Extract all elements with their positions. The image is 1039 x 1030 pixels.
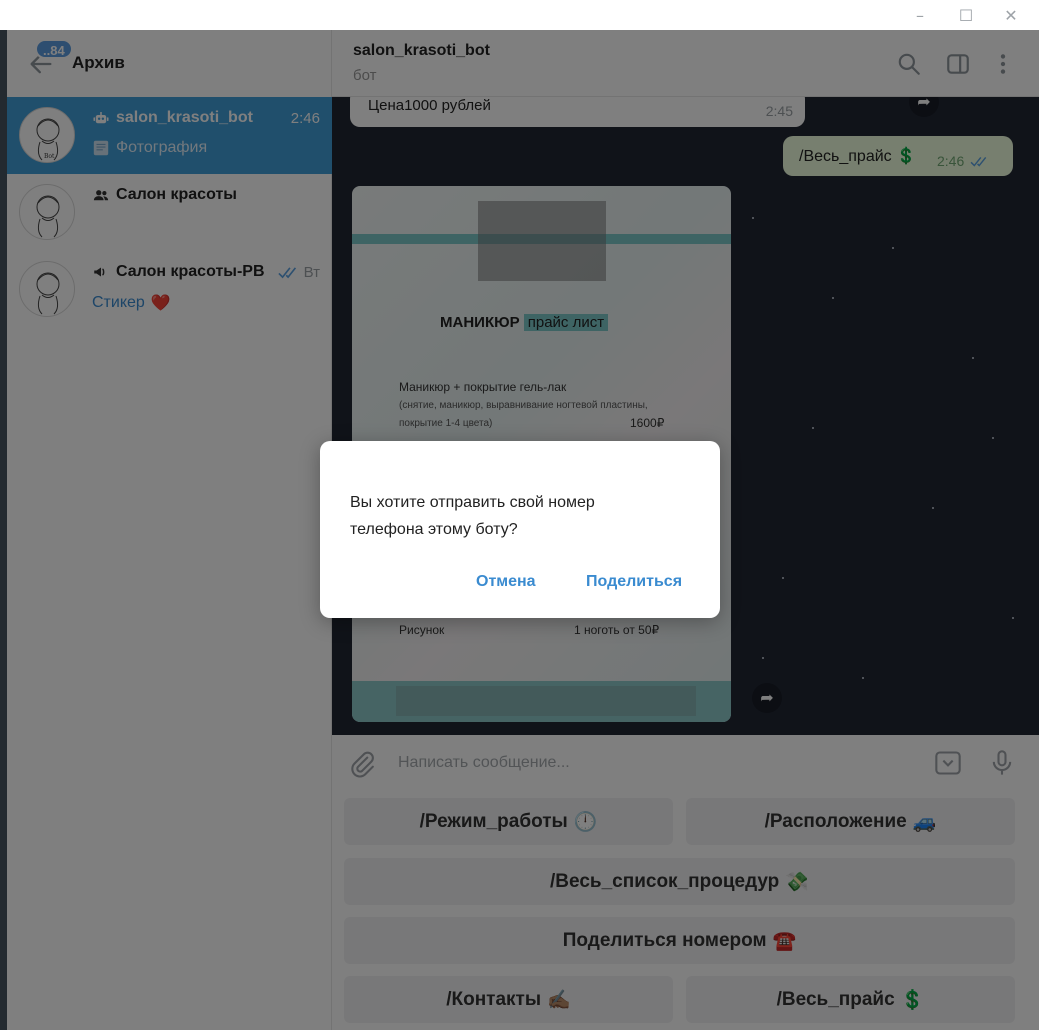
share-button[interactable]: Поделиться — [586, 573, 682, 591]
minimize-button[interactable]: – — [897, 0, 943, 30]
close-button[interactable]: ✕ — [988, 0, 1034, 30]
desktop-edge — [0, 0, 7, 1030]
maximize-button[interactable]: ☐ — [943, 0, 989, 30]
window-titlebar: – ☐ ✕ — [0, 0, 1039, 30]
dialog-text: Вы хотите отправить свой номер телефона … — [350, 494, 595, 538]
share-phone-dialog: Вы хотите отправить свой номер телефона … — [320, 441, 720, 618]
cancel-button[interactable]: Отмена — [476, 573, 536, 591]
